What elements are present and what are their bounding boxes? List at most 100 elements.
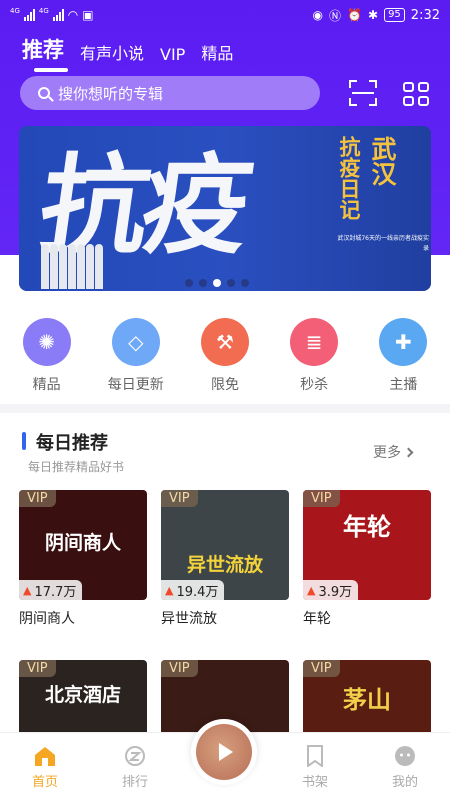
- puzzle-icon: ✚: [379, 318, 428, 366]
- network-label: 4G: [10, 7, 20, 15]
- cover-title: 北京酒店: [44, 684, 121, 706]
- cover-title: 年轮: [343, 512, 391, 541]
- more-label: 更多: [373, 445, 401, 461]
- book-cover: VIP 阴间商人 ▲ 17.7万: [19, 490, 147, 600]
- carousel-dot: [241, 279, 249, 287]
- vip-badge: VIP: [19, 490, 56, 507]
- chevron-right-icon: [403, 447, 414, 457]
- category-label: 秒杀: [300, 377, 329, 393]
- play-count: ▲ 19.4万: [161, 580, 225, 600]
- now-playing-button[interactable]: [191, 719, 257, 785]
- signal-icon: [23, 9, 35, 21]
- cover-title: 阴间商人: [44, 532, 121, 554]
- category-label: 每日更新: [107, 377, 164, 393]
- flame-icon: ✺: [22, 318, 71, 366]
- section-divider: [0, 404, 450, 413]
- book-cover: VIP 异世流放 ▲ 19.4万: [161, 490, 289, 600]
- banner-vertical-title: 武汉: [368, 136, 397, 186]
- axe-icon: ⚒: [200, 318, 249, 366]
- tab-recommend[interactable]: 推荐: [22, 34, 68, 72]
- category-row: ✺ 精品 ◇ 每日更新 ⚒ 限免 ≣ 秒杀 ✚ 主播: [0, 318, 450, 394]
- book-title: 阴间商人: [19, 611, 75, 627]
- section-subtitle: 每日推荐精品好书: [28, 460, 125, 474]
- signal-group: 4G 4G ◠ ▣: [10, 7, 94, 23]
- carousel-indicator: [185, 279, 249, 287]
- nav-profile[interactable]: 我的: [360, 733, 450, 800]
- category-premium[interactable]: ✺ 精品: [12, 318, 82, 394]
- play-count-value: 19.4万: [176, 584, 219, 600]
- book-cover: VIP 年轮 ▲ 3.9万: [303, 490, 431, 600]
- category-label: 主播: [389, 377, 418, 393]
- cover-title: 异世流放: [186, 554, 263, 576]
- carousel-dot: [185, 279, 193, 287]
- clock: 2:32: [410, 7, 440, 23]
- nfc-icon: Ⓝ: [329, 8, 342, 23]
- fire-icon: ▲: [23, 583, 32, 597]
- book-card[interactable]: VIP 阴间商人 ▲ 17.7万 阴间商人: [19, 490, 147, 628]
- book-title: 异世流放: [161, 611, 217, 627]
- status-right: ◉ Ⓝ ⏰ ✱ 95 2:32: [313, 7, 440, 24]
- banner-caption: 武汉封城76天的一线亲历者战疫实录: [337, 235, 429, 252]
- nav-label: 排行: [121, 775, 148, 790]
- network-label-2: 4G: [38, 7, 49, 15]
- top-tabs: 推荐 有声小说 VIP 精品: [22, 34, 233, 72]
- section-title: 每日推荐: [36, 433, 108, 454]
- book-title: 年轮: [303, 611, 331, 627]
- bookmark-icon: [307, 745, 323, 767]
- carousel-dot: [227, 279, 235, 287]
- search-icon: [38, 87, 50, 99]
- banner-vertical-subtitle: 抗疫日记: [337, 136, 362, 220]
- vip-badge: VIP: [161, 660, 198, 677]
- book-card[interactable]: VIP 异世流放 ▲ 19.4万 异世流放: [161, 490, 289, 628]
- nav-ranking[interactable]: 排行: [90, 733, 180, 800]
- nav-label: 首页: [31, 775, 58, 790]
- category-daily-update[interactable]: ◇ 每日更新: [101, 318, 171, 394]
- tab-audio-novels[interactable]: 有声小说: [80, 40, 144, 64]
- vip-badge: VIP: [303, 660, 340, 677]
- book-card[interactable]: VIP 年轮 ▲ 3.9万 年轮: [303, 490, 431, 628]
- category-anchor[interactable]: ✚ 主播: [368, 318, 438, 394]
- profile-icon: [395, 746, 415, 766]
- category-flash-sale[interactable]: ≣ 秒杀: [279, 318, 349, 394]
- nav-home[interactable]: 首页: [0, 733, 90, 800]
- alarm-icon: ⏰: [347, 8, 362, 22]
- category-label: 精品: [32, 377, 61, 393]
- home-icon: [35, 747, 55, 766]
- ranking-icon: [125, 746, 145, 766]
- vip-badge: VIP: [303, 490, 340, 507]
- play-count: ▲ 17.7万: [19, 580, 83, 600]
- category-free[interactable]: ⚒ 限免: [190, 318, 260, 394]
- album-disc: [196, 724, 252, 780]
- category-grid-icon[interactable]: [403, 82, 429, 106]
- nav-label: 书架: [301, 775, 328, 790]
- search-bar[interactable]: 搜你想听的专辑: [20, 76, 320, 110]
- battery-icon: 95: [384, 8, 405, 22]
- nav-label: 我的: [391, 775, 418, 790]
- wifi-icon: ◠: [67, 8, 79, 22]
- search-placeholder: 搜你想听的专辑: [58, 84, 164, 103]
- carousel-dot-active: [213, 279, 221, 287]
- tab-vip[interactable]: VIP: [160, 45, 185, 64]
- play-count: ▲ 3.9万: [303, 580, 359, 600]
- play-count-value: 17.7万: [34, 584, 77, 600]
- more-link[interactable]: 更多: [373, 442, 414, 462]
- diamond-icon: ◇: [111, 318, 160, 366]
- tab-premium[interactable]: 精品: [201, 40, 233, 64]
- vip-badge: VIP: [19, 660, 56, 677]
- banner-carousel[interactable]: 抗疫 武汉 抗疫日记 武汉封城76天的一线亲历者战疫实录: [19, 126, 431, 291]
- eye-icon: ◉: [312, 8, 324, 22]
- carousel-dot: [199, 279, 207, 287]
- banner-figures: [41, 244, 103, 289]
- status-bar: 4G 4G ◠ ▣ ◉ Ⓝ ⏰ ✱ 95 2:32: [0, 0, 450, 30]
- bluetooth-icon: ✱: [368, 8, 379, 22]
- signal-icon-2: [52, 9, 64, 21]
- fire-icon: ▲: [165, 583, 174, 597]
- coins-icon: ≣: [290, 318, 339, 366]
- app-notification-icon: ▣: [82, 8, 94, 22]
- category-label: 限免: [210, 377, 239, 393]
- cover-title: 茅山: [343, 685, 391, 714]
- nav-bookshelf[interactable]: 书架: [270, 733, 360, 800]
- section-accent-bar: [22, 432, 26, 450]
- scan-icon[interactable]: [349, 80, 377, 106]
- play-icon: [219, 743, 233, 761]
